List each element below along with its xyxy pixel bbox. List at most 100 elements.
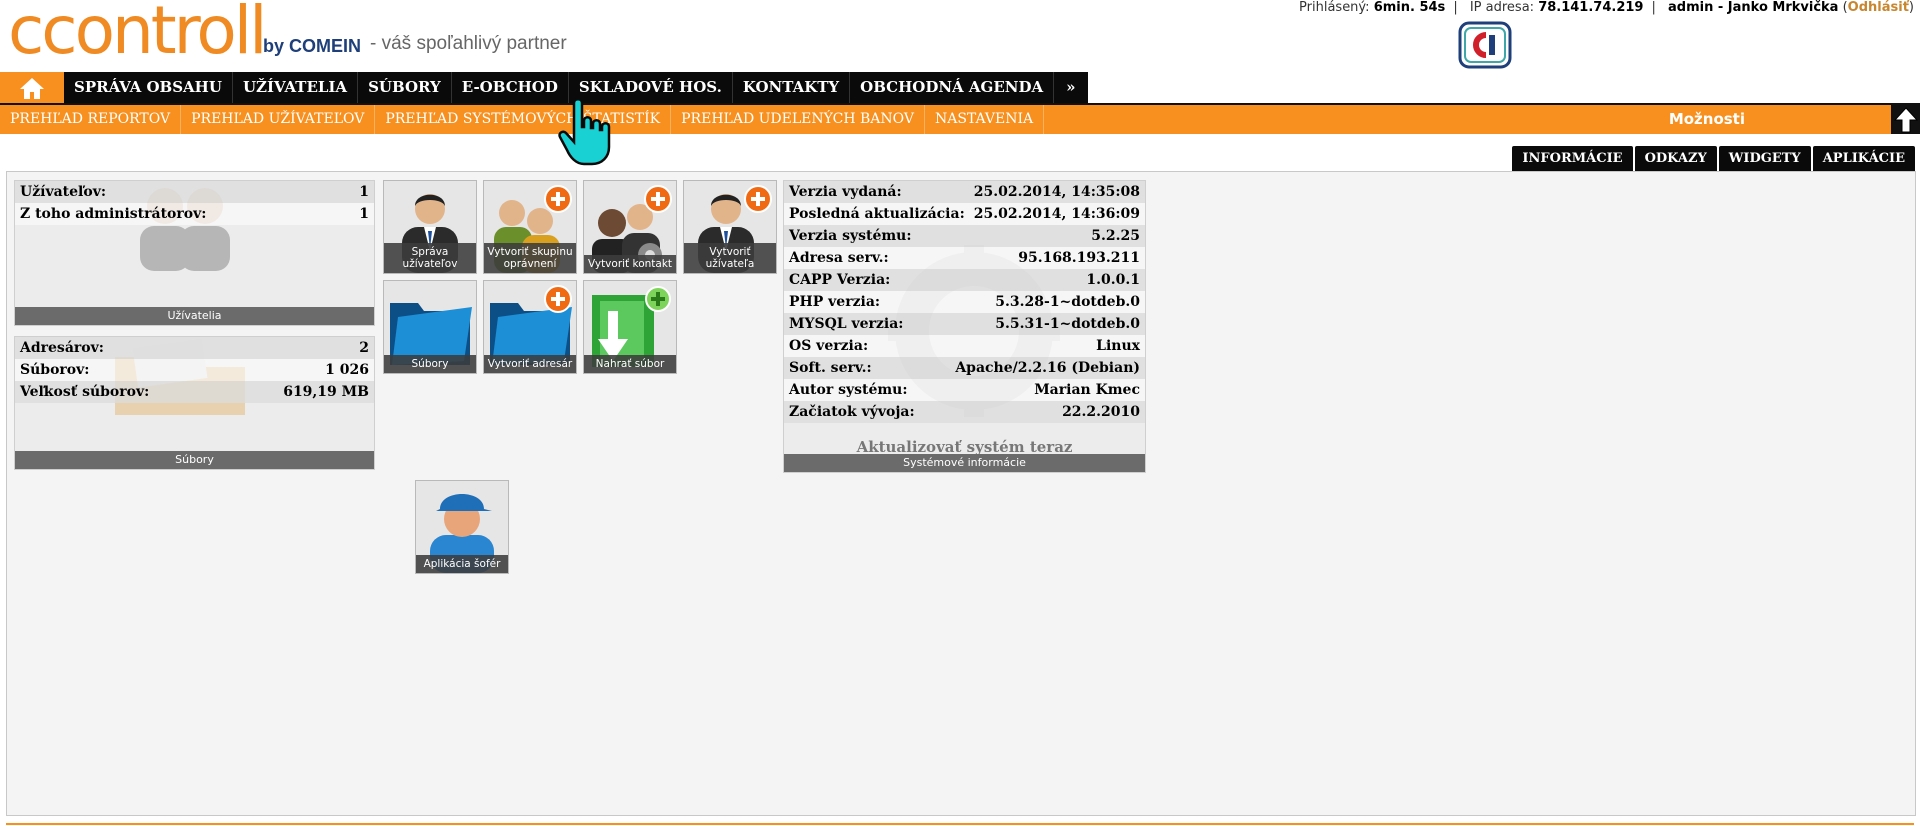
sysinfo-value: 22.2.2010 [1062,404,1140,420]
sysinfo-row: CAPP Verzia: 1.0.0.1 [784,269,1145,291]
files-widget: Adresárov: 2 Súborov: 1 026 Veľkosť súbo… [14,336,375,470]
stat-value: 1 026 [325,362,369,378]
tab-aplikacie[interactable]: APLIKÁCIE [1812,146,1915,171]
sysinfo-row: MYSQL verzia: 5.5.31-1~dotdeb.0 [784,313,1145,335]
tab-widgety[interactable]: WIDGETY [1718,146,1811,171]
tagline: - váš spoľahlivý partner [370,33,567,54]
sysinfo-label: Verzia vydaná: [789,184,902,200]
brand-name: ccontroll [8,0,267,69]
home-icon [20,77,44,99]
sysinfo-row: Autor systému: Marian Kmec [784,379,1145,401]
stat-label: Súborov: [20,362,90,378]
tile-caption: Vytvoriť skupinu oprávnení [484,243,576,273]
nav-uzivatelia[interactable]: UŽÍVATELIA [232,72,359,103]
hand-cursor-icon [558,98,611,166]
tile-driver-app[interactable]: Aplikácia šofér [415,480,509,574]
ip-label: IP adresa: [1469,0,1535,15]
nav-e-obchod[interactable]: E-OBCHOD [451,72,569,103]
footer-divider [6,823,1914,825]
stat-row: Veľkosť súborov: 619,19 MB [15,381,374,403]
stat-row: Z toho administrátorov: 1 [15,203,374,225]
nav-more-button[interactable]: » [1054,72,1088,103]
tile-caption: Vytvoriť užívateľa [684,243,776,273]
current-user[interactable]: admin - Janko Mrkvička [1668,0,1838,15]
main-nav: SPRÁVA OBSAHU UŽÍVATELIA SÚBORY E-OBCHOD… [0,72,1088,103]
tile-caption: Vytvoriť adresár [484,355,576,373]
users-widget: Užívateľov: 1 Z toho administrátorov: 1 … [14,180,375,326]
sub-nav: PREHĽAD REPORTOV PREHĽAD UŽÍVATEĽOV PREH… [0,105,1920,134]
ip-value: 78.141.74.219 [1538,0,1644,15]
session-bar: Prihlásený: 6min. 54s | IP adresa: 78.141… [1299,0,1914,15]
nav-sprava-obsahu[interactable]: SPRÁVA OBSAHU [64,72,233,103]
tile-user-management[interactable]: Správa užívateľov [383,180,477,274]
tile-create-group[interactable]: Vytvoriť skupinu oprávnení [483,180,577,274]
stat-row: Užívateľov: 1 [15,181,374,203]
stat-value: 1 [359,206,369,222]
nav-subory[interactable]: SÚBORY [358,72,452,103]
subnav-system-stats[interactable]: PREHĽAD SYSTÉMOVÝCH ŠTATISTÍK [375,105,672,134]
files-widget-title[interactable]: Súbory [15,451,374,469]
sysinfo-label: Adresa serv.: [789,250,889,266]
stat-value: 1 [359,184,369,200]
sysinfo-row: Začiatok vývoja: 22.2.2010 [784,401,1145,423]
sysinfo-value: 25.02.2014, 14:35:08 [973,184,1140,200]
arrow-up-icon [1893,106,1918,132]
sysinfo-row: Soft. serv.: Apache/2.2.16 (Debian) [784,357,1145,379]
system-info-widget: Verzia vydaná: 25.02.2014, 14:35:08 Posle… [783,180,1146,473]
subnav-bans[interactable]: PREHĽAD UDELENÝCH BANOV [671,105,925,134]
sysinfo-value: Linux [1096,338,1140,354]
options-button[interactable]: Možnosti [1669,105,1745,134]
stat-label: Užívateľov: [20,184,107,200]
stat-value: 619,19 MB [283,384,369,400]
tile-create-folder[interactable]: Vytvoriť adresár [483,280,577,374]
nav-kontakty[interactable]: KONTAKTY [732,72,851,103]
stat-label: Veľkosť súborov: [20,384,150,400]
sysinfo-row: Adresa serv.: 95.168.193.211 [784,247,1145,269]
tab-odkazy[interactable]: ODKAZY [1634,146,1717,171]
sysinfo-value: 5.3.28-1~dotdeb.0 [995,294,1140,310]
sysinfo-label: PHP verzia: [789,294,881,310]
sysinfo-row: OS verzia: Linux [784,335,1145,357]
tile-upload-file[interactable]: Nahrať súbor [583,280,677,374]
sysinfo-label: OS verzia: [789,338,869,354]
subnav-reports[interactable]: PREHĽAD REPORTOV [0,105,182,134]
sysinfo-row: Posledná aktualizácia: 25.02.2014, 14:36:… [784,203,1145,225]
sysinfo-value: 1.0.0.1 [1086,272,1140,288]
stat-value: 2 [359,340,369,356]
dashboard-area: Užívateľov: 1 Z toho administrátorov: 1 … [6,171,1916,816]
tile-caption: Správa užívateľov [384,243,476,273]
sysinfo-row: PHP verzia: 5.3.28-1~dotdeb.0 [784,291,1145,313]
stat-row: Adresárov: 2 [15,337,374,359]
sysinfo-label: CAPP Verzia: [789,272,891,288]
sysinfo-label: Autor systému: [789,382,908,398]
stat-row: Súborov: 1 026 [15,359,374,381]
subnav-users[interactable]: PREHĽAD UŽÍVATEĽOV [181,105,376,134]
sysinfo-value: 5.2.25 [1091,228,1140,244]
nav-obchodna-agenda[interactable]: OBCHODNÁ AGENDA [850,72,1055,103]
tile-create-contact[interactable]: Vytvoriť kontakt [583,180,677,274]
tile-caption: Vytvoriť kontakt [584,255,676,273]
scroll-top-button[interactable] [1891,105,1920,134]
system-info-widget-title[interactable]: Systémové informácie [784,454,1145,472]
sysinfo-label: Verzia systému: [789,228,912,244]
sysinfo-value: Marian Kmec [1034,382,1140,398]
sysinfo-value: Apache/2.2.16 (Debian) [955,360,1140,376]
sysinfo-label: MYSQL verzia: [789,316,904,332]
stat-label: Z toho administrátorov: [20,206,207,222]
tile-files[interactable]: Súbory [383,280,477,374]
ci-logo-icon [1458,21,1512,69]
home-button[interactable] [0,72,64,103]
tile-caption: Aplikácia šofér [416,555,508,573]
tile-create-user[interactable]: Vytvoriť užívateľa [683,180,777,274]
content-tabs: INFORMÁCIE ODKAZY WIDGETY APLIKÁCIE [1512,146,1915,171]
sysinfo-value: 25.02.2014, 14:36:09 [973,206,1140,222]
logout-link[interactable]: Odhlásiť [1848,0,1909,15]
sysinfo-row: Verzia vydaná: 25.02.2014, 14:35:08 [784,181,1145,203]
users-widget-title[interactable]: Užívatelia [15,307,374,325]
tab-informacie[interactable]: INFORMÁCIE [1512,146,1633,171]
sysinfo-label: Soft. serv.: [789,360,872,376]
logged-time: 6min. 54s [1373,0,1446,15]
sysinfo-label: Začiatok vývoja: [789,404,915,420]
sysinfo-label: Posledná aktualizácia: [789,206,965,222]
subnav-settings[interactable]: NASTAVENIA [925,105,1045,134]
